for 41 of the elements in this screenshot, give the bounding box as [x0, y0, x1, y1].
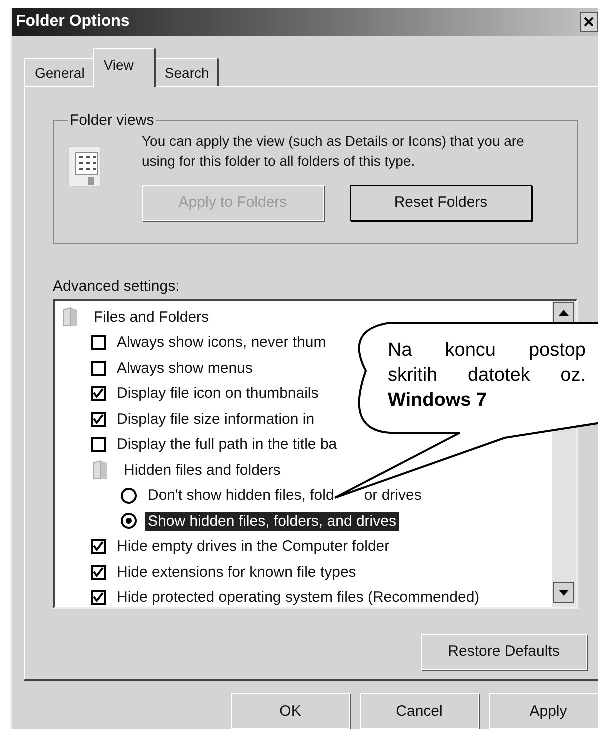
checkbox-label: Display file size information in — [116, 410, 316, 429]
radio-button[interactable] — [121, 488, 137, 504]
checkbox-label: Hide extensions for known file types — [116, 562, 358, 582]
radio-label: Show hidden files, folders, and drives — [145, 512, 400, 531]
window-title: Folder Options — [16, 12, 130, 31]
close-button[interactable] — [580, 12, 598, 32]
group-label: Hidden files and folders — [123, 460, 282, 480]
dialog-button[interactable]: OK — [231, 693, 350, 729]
checkbox-label: Display the full path in the title ba — [116, 435, 338, 454]
dialog-button[interactable]: Apply — [489, 693, 598, 729]
folder-view-icon — [68, 144, 104, 189]
group-legend: Folder views — [68, 112, 156, 129]
checkbox[interactable] — [91, 590, 106, 606]
group-label: Files and Folders — [93, 308, 210, 327]
checkbox[interactable] — [91, 437, 106, 452]
checkbox[interactable] — [91, 335, 106, 350]
description-text: You can apply the view (such as Details or Icons) that you are using for this folder to all folders of this type. — [142, 132, 526, 171]
checkbox[interactable] — [91, 412, 106, 427]
checkbox-label: Always show icons, never thum — [116, 333, 328, 352]
radio-label: or drives — [363, 486, 423, 506]
radio-button[interactable] — [121, 513, 137, 530]
checkbox[interactable] — [91, 360, 106, 376]
advanced-settings-label: Advanced settings: — [53, 278, 181, 295]
checkbox-label: Hide protected operating system files (Recommended) — [116, 588, 481, 608]
callout-text: Windows 7 — [388, 389, 488, 413]
checkbox[interactable] — [91, 386, 106, 402]
close-icon — [584, 16, 594, 27]
folder-action-button[interactable]: Reset Folders — [350, 184, 532, 221]
tab[interactable]: View — [92, 48, 156, 87]
tab[interactable]: Search — [154, 58, 220, 86]
checkbox-label: Always show menus — [116, 358, 254, 378]
checkbox-label: Hide empty drives in the Computer folder — [116, 537, 391, 556]
callout-text: skritih datotek oz. — [388, 364, 586, 388]
checkbox[interactable] — [91, 564, 106, 580]
radio-label: Don't show hidden files, fold — [147, 486, 336, 506]
checkbox-label: Display file icon on thumbnails — [116, 384, 320, 404]
callout-text: Na koncu postop — [388, 339, 586, 363]
restore-defaults-button[interactable]: Restore Defaults — [421, 634, 587, 670]
checkbox[interactable] — [91, 539, 106, 554]
dialog-button[interactable]: Cancel — [360, 693, 479, 729]
tab[interactable]: General — [24, 58, 95, 86]
